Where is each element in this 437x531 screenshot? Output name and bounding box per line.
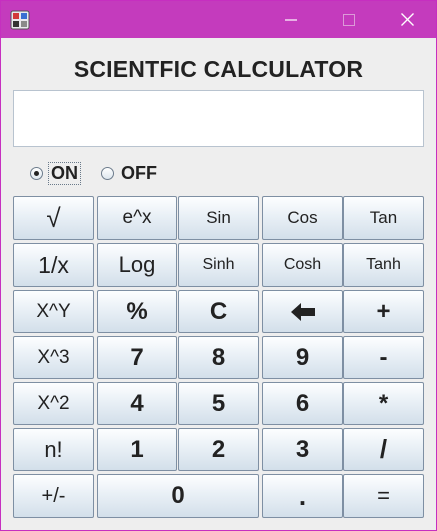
digit-9-button[interactable]: 9: [262, 336, 343, 379]
plus-button[interactable]: +: [343, 290, 424, 333]
decimal-point-button[interactable]: .: [262, 474, 343, 518]
sign-toggle-button[interactable]: +/-: [13, 474, 94, 518]
calculator-window: SCIENTFIC CALCULATOR ON OFF √ e^x Sin Co…: [0, 0, 437, 531]
close-button[interactable]: [384, 1, 430, 38]
clear-button[interactable]: C: [178, 290, 259, 333]
minimize-icon: [285, 18, 297, 21]
app-title: SCIENTFIC CALCULATOR: [73, 56, 364, 82]
power-on-label: ON: [48, 161, 81, 185]
radio-selected-icon: [30, 166, 43, 180]
sin-button[interactable]: Sin: [178, 196, 259, 240]
calculator-app-icon: [10, 10, 30, 30]
equals-button[interactable]: =: [343, 474, 424, 518]
power-on-radio[interactable]: ON: [30, 161, 81, 185]
minimize-button[interactable]: [268, 1, 314, 38]
left-arrow-icon: [290, 302, 315, 321]
power-off-radio[interactable]: OFF: [101, 162, 159, 184]
maximize-button[interactable]: [326, 1, 372, 38]
tan-button[interactable]: Tan: [343, 196, 424, 240]
digit-1-button[interactable]: 1: [97, 428, 177, 471]
digit-0-button[interactable]: 0: [97, 474, 259, 518]
divide-button[interactable]: /: [343, 428, 424, 471]
digit-2-button[interactable]: 2: [178, 428, 259, 471]
factorial-button[interactable]: n!: [13, 428, 94, 471]
power-off-label: OFF: [121, 162, 157, 183]
digit-7-button[interactable]: 7: [97, 336, 177, 379]
radio-unselected-icon: [101, 166, 114, 180]
maximize-icon: [343, 13, 355, 26]
square-button[interactable]: X^2: [13, 382, 94, 425]
title-bar[interactable]: [1, 1, 436, 38]
sinh-button[interactable]: Sinh: [178, 243, 259, 287]
multiply-button[interactable]: *: [343, 382, 424, 425]
cos-button[interactable]: Cos: [262, 196, 343, 240]
log-button[interactable]: Log: [97, 243, 177, 287]
digit-8-button[interactable]: 8: [178, 336, 259, 379]
close-icon: [400, 13, 414, 26]
digit-3-button[interactable]: 3: [262, 428, 343, 471]
sqrt-button[interactable]: √: [13, 196, 94, 240]
backspace-button[interactable]: [262, 290, 343, 333]
digit-4-button[interactable]: 4: [97, 382, 177, 425]
reciprocal-button[interactable]: 1/x: [13, 243, 94, 287]
display-field[interactable]: [13, 90, 424, 147]
digit-5-button[interactable]: 5: [178, 382, 259, 425]
cosh-button[interactable]: Cosh: [262, 243, 343, 287]
minus-button[interactable]: -: [343, 336, 424, 379]
cube-button[interactable]: X^3: [13, 336, 94, 379]
tanh-button[interactable]: Tanh: [343, 243, 424, 287]
percent-button[interactable]: %: [97, 290, 177, 333]
exp-button[interactable]: e^x: [97, 196, 177, 240]
power-xy-button[interactable]: X^Y: [13, 290, 94, 333]
digit-6-button[interactable]: 6: [262, 382, 343, 425]
